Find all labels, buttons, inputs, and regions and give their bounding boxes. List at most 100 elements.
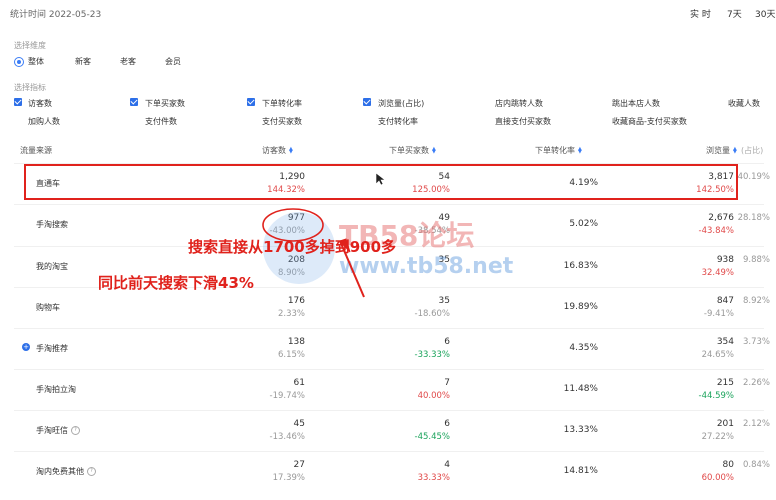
col-order-conv-label: 下单转化率: [535, 146, 575, 155]
dimension-label: 选择维度: [14, 41, 46, 50]
pv-change: 142.50%: [696, 185, 734, 195]
visitors-change: 17.39%: [272, 473, 305, 483]
col-pv[interactable]: 浏览量 ▲ ▼: [706, 145, 738, 156]
source-name[interactable]: 手淘拍立淘: [36, 384, 76, 395]
radio-selected-icon[interactable]: [14, 57, 24, 67]
visitors-value: 27: [293, 460, 305, 470]
order-buyers-change: -45.45%: [414, 432, 450, 442]
source-name[interactable]: 手淘搜索: [36, 219, 68, 230]
pv-value: 215: [716, 378, 734, 388]
order-buyers-change: 40.00%: [417, 391, 450, 401]
help-icon[interactable]: ?: [87, 467, 96, 476]
order-conv-value: 16.83%: [563, 261, 598, 271]
dimension-option-old[interactable]: 老客: [120, 56, 136, 67]
metric-in-store-jump[interactable]: 店内跳转人数: [495, 98, 543, 109]
help-icon[interactable]: ?: [71, 426, 80, 435]
range-7d[interactable]: 7天: [727, 7, 742, 20]
checkbox-checked-icon[interactable]: [247, 98, 255, 106]
pv-share: 2.26%: [742, 378, 770, 388]
order-buyers-change: 33.33%: [417, 473, 450, 483]
source-name[interactable]: 直通车: [36, 178, 60, 189]
order-buyers-change: 125.00%: [412, 185, 450, 195]
visitors-change: -19.74%: [269, 391, 305, 401]
dimension-option-all[interactable]: 整体: [28, 56, 44, 67]
checkbox-checked-icon[interactable]: [130, 98, 138, 106]
visitors-value: 138: [287, 337, 305, 347]
sort-icon[interactable]: ▲ ▼: [432, 146, 437, 154]
col-source: 流量来源: [20, 146, 52, 155]
dimension-option-member[interactable]: 会员: [165, 56, 181, 67]
pv-value: 201: [716, 419, 734, 429]
pv-share: 9.88%: [742, 255, 770, 265]
metric-pay-items[interactable]: 支付件数: [145, 116, 177, 127]
metric-pv-share[interactable]: 浏览量(占比): [378, 98, 424, 109]
visitors-value: 1,290: [279, 172, 305, 182]
col-order-buyers-label: 下单买家数: [389, 146, 429, 155]
metric-add-cart[interactable]: 加购人数: [28, 116, 60, 127]
pv-change: -43.84%: [698, 226, 734, 236]
pv-value: 938: [716, 255, 734, 265]
metric-pay-buyers[interactable]: 支付买家数: [262, 116, 302, 127]
sort-icon[interactable]: ▲ ▼: [578, 146, 583, 154]
metric-bounce[interactable]: 跳出本店人数: [612, 98, 660, 109]
sort-icon[interactable]: ▲ ▼: [733, 146, 738, 154]
metric-order-conv[interactable]: 下单转化率: [262, 98, 302, 109]
metric-favorites[interactable]: 收藏人数: [728, 98, 760, 109]
metric-order-buyers[interactable]: 下单买家数: [145, 98, 185, 109]
source-name[interactable]: 购物车: [36, 302, 60, 313]
pv-share: 0.84%: [742, 460, 770, 470]
range-realtime[interactable]: 实 时: [690, 7, 711, 20]
pv-change: 24.65%: [701, 350, 734, 360]
order-buyers-change: -18.60%: [414, 309, 450, 319]
annotation-line1: 搜索直接从1700多掉到900多: [188, 238, 397, 256]
order-conv-value: 19.89%: [563, 302, 598, 312]
dimension-option-new[interactable]: 新客: [75, 56, 91, 67]
pv-change: -9.41%: [703, 309, 734, 319]
source-name[interactable]: 手淘推荐: [36, 343, 68, 354]
checkbox-checked-icon[interactable]: [363, 98, 371, 106]
source-name[interactable]: 手淘旺信?: [36, 425, 80, 436]
row-separator: [14, 163, 764, 164]
metric-pay-conv[interactable]: 支付转化率: [378, 116, 418, 127]
pv-share: 40.19%: [737, 172, 770, 182]
pv-change: 27.22%: [701, 432, 734, 442]
metric-direct-pay-buyers[interactable]: 直接支付买家数: [495, 116, 551, 127]
col-order-buyers[interactable]: 下单买家数 ▲ ▼: [389, 145, 437, 156]
expand-icon[interactable]: +: [22, 343, 30, 351]
mouse-cursor-icon: [375, 172, 385, 186]
sort-icon[interactable]: ▲ ▼: [289, 146, 294, 154]
row-separator: [14, 369, 764, 370]
visitors-change: 144.32%: [267, 185, 305, 195]
order-buyers-value: 54: [438, 172, 450, 182]
pv-share: 3.73%: [742, 337, 770, 347]
pv-value: 847: [716, 296, 734, 306]
row-separator: [14, 451, 764, 452]
col-visitors[interactable]: 访客数 ▲ ▼: [262, 145, 294, 156]
order-conv-value: 4.19%: [569, 178, 598, 188]
pv-value: 80: [722, 460, 734, 470]
row-separator: [14, 410, 764, 411]
pv-share: 28.18%: [737, 213, 770, 223]
visitors-change: -13.46%: [269, 432, 305, 442]
range-30d[interactable]: 30天: [755, 7, 775, 20]
visitors-change: 2.33%: [277, 309, 305, 319]
checkbox-checked-icon[interactable]: [14, 98, 22, 106]
pv-value: 3,817: [708, 172, 734, 182]
order-conv-value: 5.02%: [569, 219, 598, 229]
visitors-change: 6.15%: [277, 350, 305, 360]
col-share: (占比): [741, 146, 764, 155]
pv-value: 2,676: [708, 213, 734, 223]
pv-change: -44.59%: [698, 391, 734, 401]
source-name[interactable]: 淘内免费其他?: [36, 466, 96, 477]
col-order-conv[interactable]: 下单转化率 ▲ ▼: [535, 145, 583, 156]
metric-visitors[interactable]: 访客数: [28, 98, 52, 109]
source-name[interactable]: 我的淘宝: [36, 261, 68, 272]
annotation-line2: 同比前天搜索下滑43%: [98, 274, 254, 292]
order-buyers-value: 35: [438, 296, 450, 306]
metric-fav-pay-buyers[interactable]: 收藏商品-支付买家数: [612, 116, 687, 127]
pv-share: 2.12%: [742, 419, 770, 429]
order-buyers-value: 6: [444, 337, 450, 347]
order-conv-value: 13.33%: [563, 425, 598, 435]
pv-value: 354: [716, 337, 734, 347]
order-buyers-change: -33.33%: [414, 350, 450, 360]
